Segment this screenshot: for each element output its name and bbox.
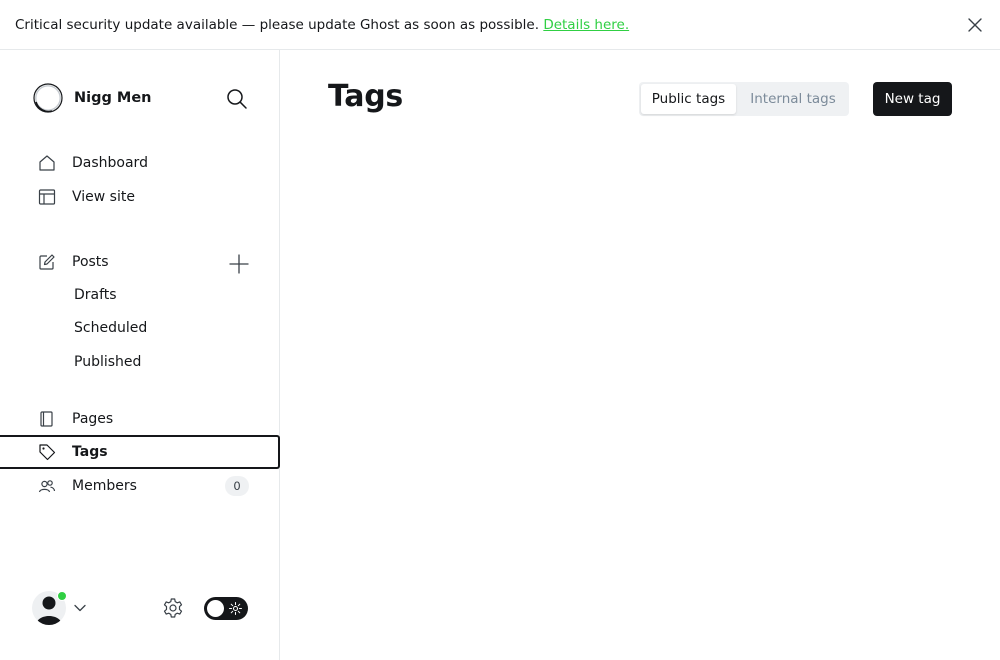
tag-type-segmented-control: Public tags Internal tags: [639, 82, 849, 116]
sidebar-item-scheduled[interactable]: Scheduled: [0, 313, 280, 345]
sidebar-item-label: Pages: [72, 411, 114, 427]
site-logo-ring-icon: [32, 82, 64, 114]
page-title: Tags: [328, 79, 403, 114]
layout-icon: [38, 188, 56, 206]
sidebar-item-label: Tags: [72, 444, 108, 460]
sidebar-item-label: Scheduled: [74, 320, 148, 336]
banner-details-link[interactable]: Details here.: [543, 17, 629, 33]
edit-icon: [38, 253, 56, 271]
site-name: Nigg Men: [74, 90, 152, 106]
close-icon[interactable]: [966, 16, 984, 34]
sun-icon: [229, 602, 242, 615]
security-banner: Critical security update available — ple…: [0, 0, 1000, 50]
members-count-badge: 0: [225, 476, 249, 496]
sidebar-item-label: Drafts: [74, 287, 117, 303]
sidebar-item-view-site[interactable]: View site: [0, 180, 280, 214]
sidebar-item-dashboard[interactable]: Dashboard: [0, 146, 280, 180]
pages-icon: [38, 410, 56, 428]
sidebar-item-label: Dashboard: [72, 155, 148, 171]
new-tag-button[interactable]: New tag: [873, 82, 952, 116]
online-status-dot: [57, 591, 67, 601]
sidebar: Nigg Men Dashboard View site Posts Draft…: [0, 50, 280, 660]
chevron-down-icon[interactable]: [73, 601, 87, 615]
add-post-plus-icon[interactable]: [228, 253, 250, 275]
home-icon: [38, 154, 56, 172]
gear-icon[interactable]: [162, 597, 184, 619]
sidebar-item-pages[interactable]: Pages: [0, 402, 280, 436]
toggle-knob: [207, 600, 224, 617]
banner-message: Critical security update available — ple…: [15, 17, 540, 33]
sidebar-item-tags[interactable]: Tags: [0, 435, 280, 469]
tab-internal-tags[interactable]: Internal tags: [738, 84, 848, 114]
sidebar-item-label: Published: [74, 354, 142, 370]
brand[interactable]: Nigg Men: [32, 82, 152, 114]
sidebar-item-drafts[interactable]: Drafts: [0, 280, 280, 312]
tab-public-tags[interactable]: Public tags: [641, 84, 736, 114]
sidebar-item-label: Posts: [72, 254, 109, 270]
sidebar-item-published[interactable]: Published: [0, 347, 280, 379]
search-icon[interactable]: [225, 87, 249, 111]
sidebar-item-label: Members: [72, 478, 137, 494]
members-icon: [38, 477, 56, 495]
sidebar-item-label: View site: [72, 189, 135, 205]
dark-mode-toggle[interactable]: [204, 597, 248, 620]
tag-icon: [38, 443, 56, 461]
banner-text: Critical security update available — ple…: [15, 17, 629, 33]
